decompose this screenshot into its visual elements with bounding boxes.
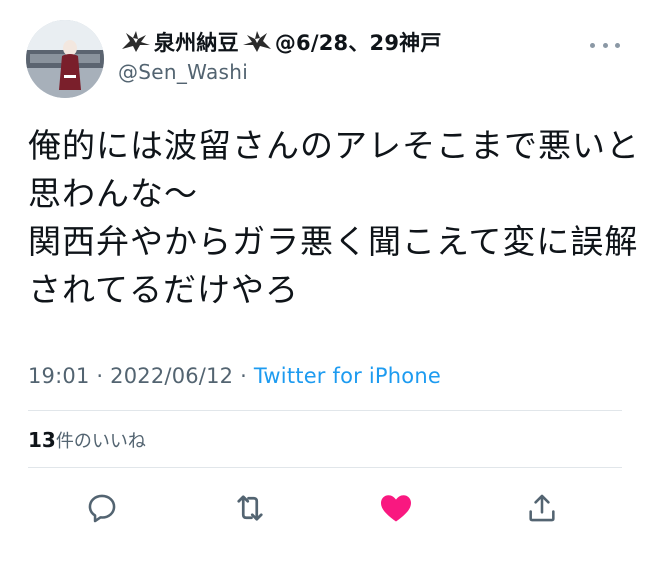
display-name-suffix: @6/28、29神戸	[274, 31, 442, 55]
tweet-source-link[interactable]: Twitter for iPhone	[254, 364, 441, 388]
heart-icon	[381, 495, 411, 522]
more-options-button[interactable]	[590, 38, 620, 52]
reply-icon	[88, 494, 116, 523]
tweet-text-line: されてるだけやろ	[28, 270, 300, 309]
likes-count: 13	[28, 428, 56, 452]
more-dot-icon	[590, 42, 595, 48]
tweet-text-line: 俺的には波留さんのアレそこまで悪いと	[28, 126, 640, 165]
eagle-icon	[241, 29, 273, 55]
user-handle[interactable]: @Sen_Washi	[118, 60, 442, 84]
divider	[28, 410, 622, 411]
tweet-detail: 泉州納豆 @6/28、29神戸 @Sen_Washi 俺的には波留さんのアレそこ…	[0, 0, 650, 565]
retweet-button[interactable]	[230, 488, 270, 528]
likes-summary[interactable]: 13件のいいね	[28, 427, 146, 453]
share-button[interactable]	[522, 488, 562, 528]
profile-photo-image	[26, 20, 104, 98]
tweet-text-line: 思わんな〜	[28, 174, 198, 213]
like-button[interactable]	[376, 488, 416, 528]
meta-separator: ·	[233, 364, 254, 388]
eagle-icon	[120, 29, 152, 55]
tweet-time[interactable]: 19:01	[28, 364, 90, 388]
reply-button[interactable]	[82, 488, 122, 528]
retweet-icon	[237, 495, 263, 521]
more-dot-icon	[615, 42, 620, 48]
tweet-date[interactable]: 2022/06/12	[110, 364, 233, 388]
share-icon	[529, 494, 555, 522]
divider	[28, 467, 622, 468]
meta-separator: ·	[89, 364, 111, 388]
tweet-text-line: 関西弁やからガラ悪く聞こえて変に誤解	[28, 222, 639, 261]
user-info: 泉州納豆 @6/28、29神戸 @Sen_Washi	[118, 26, 442, 84]
tweet-meta: 19:01 · 2022/06/12 · Twitter for iPhone	[28, 364, 441, 388]
more-dot-icon	[602, 42, 608, 48]
avatar[interactable]	[26, 20, 104, 98]
likes-label: 件のいいね	[55, 431, 146, 452]
display-name: 泉州納豆	[154, 31, 239, 55]
display-name-row[interactable]: 泉州納豆 @6/28、29神戸	[118, 26, 442, 58]
tweet-text: 俺的には波留さんのアレそこまで悪いと 思わんな〜 関西弁やからガラ悪く聞こえて変…	[28, 122, 640, 314]
